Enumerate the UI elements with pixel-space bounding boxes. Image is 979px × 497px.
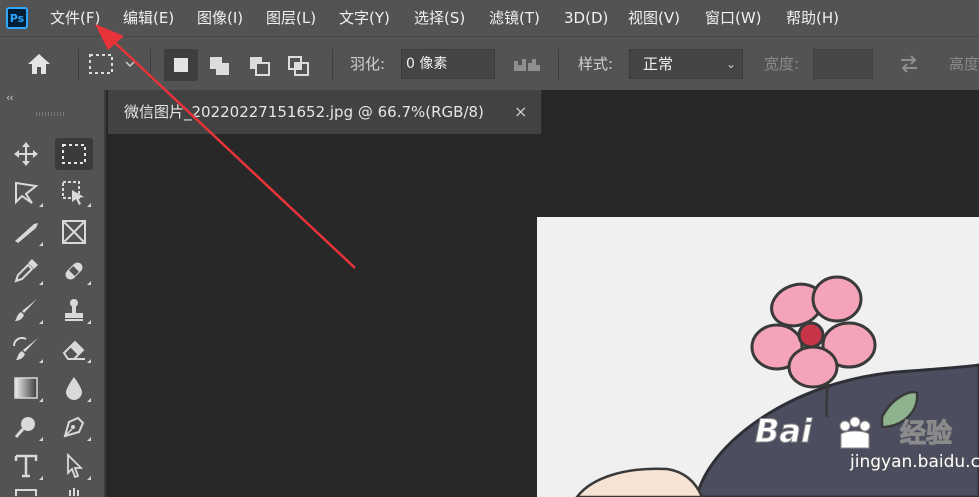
style-select-value: 正常 [643,55,674,73]
healing-brush-tool-icon[interactable] [55,255,93,287]
svg-text:经验: 经验 [900,418,952,449]
lasso-tool-icon[interactable] [7,177,45,209]
eyedropper-tool-icon[interactable] [7,255,45,287]
menu-help[interactable]: 帮助(H) [786,0,839,36]
frame-tool-icon[interactable] [55,216,93,248]
blur-tool-icon[interactable] [55,372,93,404]
path-selection-tool-icon[interactable] [55,450,93,482]
watermark-url: jingyan.baidu.com [850,452,979,472]
menu-file[interactable]: 文件(F) [50,0,100,36]
menu-image[interactable]: 图像(I) [197,0,243,36]
svg-text:Bai: Bai [755,412,813,450]
menu-3d[interactable]: 3D(D) [564,0,608,36]
menu-select[interactable]: 选择(S) [414,0,465,36]
intersect-selection-icon[interactable] [287,55,311,81]
rectangle-tool-icon[interactable] [7,486,45,496]
height-label: 高度 [949,55,979,73]
anti-alias-icon[interactable] [512,57,542,77]
eraser-tool-icon[interactable] [55,333,93,365]
menu-view[interactable]: 视图(V) [628,0,680,36]
close-icon[interactable]: × [514,90,527,134]
collapse-panel-icon[interactable]: ‹‹ [6,91,14,104]
crop-tool-icon[interactable] [7,216,45,248]
menu-window[interactable]: 窗口(W) [705,0,762,36]
menu-layer[interactable]: 图层(L) [266,0,316,36]
style-label: 样式: [578,55,614,73]
options-bar: 羽化: 0 像素 样式: 正常 ⌄ 宽度: 高度 [0,36,979,90]
chevron-down-icon: ⌄ [725,57,736,71]
type-tool-icon[interactable] [7,450,45,482]
rectangular-marquee-tool-icon[interactable] [55,138,93,170]
move-tool-icon[interactable] [7,138,45,170]
gradient-tool-icon[interactable] [7,372,45,404]
new-selection-button[interactable] [164,49,198,81]
photoshop-logo[interactable]: Ps [6,7,28,29]
menu-bar: Ps 文件(F) 编辑(E) 图像(I) 图层(L) 文字(Y) 选择(S) 滤… [0,0,979,36]
document-tab-title: 微信图片_20220227151652.jpg @ 66.7%(RGB/8) [124,103,484,121]
rectangular-marquee-preset-icon[interactable] [88,53,136,79]
feather-input[interactable]: 0 像素 [401,49,495,79]
tools-panel: ‹‹ [0,90,106,497]
object-selection-tool-icon[interactable] [55,177,93,209]
menu-filter[interactable]: 滤镜(T) [489,0,540,36]
pen-tool-icon[interactable] [55,411,93,443]
subtract-from-selection-icon[interactable] [248,55,272,81]
panel-grip[interactable] [36,112,66,116]
menu-edit[interactable]: 编辑(E) [123,0,174,36]
width-input[interactable] [813,49,873,79]
menu-type[interactable]: 文字(Y) [339,0,390,36]
brush-tool-icon[interactable] [7,294,45,326]
feather-label: 羽化: [350,55,386,73]
dodge-tool-icon[interactable] [7,411,45,443]
swap-width-height-icon[interactable] [898,54,920,78]
width-label: 宽度: [764,55,800,73]
hand-tool-icon[interactable] [55,486,93,496]
history-brush-tool-icon[interactable] [7,333,45,365]
style-select[interactable]: 正常 ⌄ [629,49,743,79]
clone-stamp-tool-icon[interactable] [55,294,93,326]
home-icon[interactable] [26,52,52,80]
baidu-watermark-logo: Bai 经验 [755,412,955,456]
add-to-selection-icon[interactable] [208,55,232,81]
document-tab[interactable]: 微信图片_20220227151652.jpg @ 66.7%(RGB/8) × [108,90,542,134]
